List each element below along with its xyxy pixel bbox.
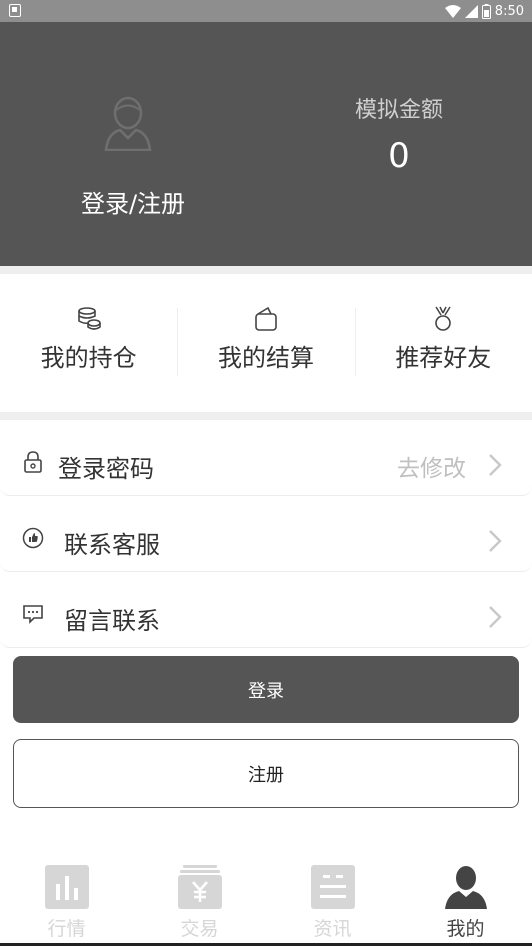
quick-item-positions[interactable]: 我的持仓 xyxy=(0,274,177,412)
menu-row-leave-message[interactable]: 留言联系 xyxy=(0,572,532,648)
status-time: 8:50 xyxy=(494,3,524,19)
quick-item-refer[interactable]: 推荐好友 xyxy=(354,274,532,412)
tab-mine[interactable]: 我的 xyxy=(399,856,532,946)
quick-item-settlement[interactable]: 我的结算 xyxy=(177,274,354,412)
bottom-tab-bar: 行情 交易 资讯 我的 xyxy=(0,856,532,946)
chevron-right-icon xyxy=(489,606,502,628)
status-bar: 8:50 xyxy=(0,0,532,22)
chevron-right-icon xyxy=(489,530,502,552)
menu-row-label: 登录密码 xyxy=(58,455,154,483)
tab-label: 交易 xyxy=(180,918,219,940)
tab-trade[interactable]: 交易 xyxy=(133,856,266,946)
tab-market[interactable]: 行情 xyxy=(0,856,133,946)
wifi-icon xyxy=(444,4,461,18)
login-button[interactable]: 登录 xyxy=(13,656,519,723)
notification-icon xyxy=(9,4,21,17)
chart-icon xyxy=(44,865,89,909)
section-divider xyxy=(0,412,532,420)
quick-item-label: 推荐好友 xyxy=(395,344,492,372)
sim-amount-label: 模拟金额 xyxy=(354,98,443,123)
settings-menu: 登录密码 去修改 联系客服 留言联系 xyxy=(0,420,532,648)
section-divider xyxy=(0,266,532,274)
wallet-icon xyxy=(255,306,277,331)
sim-amount-value: 0 xyxy=(388,136,410,176)
message-icon xyxy=(23,605,43,624)
signal-icon xyxy=(464,4,478,18)
menu-row-label: 留言联系 xyxy=(64,607,160,635)
battery-icon xyxy=(481,3,491,19)
news-icon xyxy=(310,865,355,909)
status-right: 8:50 xyxy=(444,2,524,20)
tab-news[interactable]: 资讯 xyxy=(266,856,399,946)
register-button[interactable]: 注册 xyxy=(13,739,519,808)
change-password-link[interactable]: 去修改 xyxy=(397,449,466,483)
tab-label: 我的 xyxy=(446,918,485,940)
medal-icon xyxy=(435,306,452,331)
user-icon xyxy=(444,866,487,909)
quick-item-label: 我的结算 xyxy=(217,344,314,372)
quick-item-label: 我的持仓 xyxy=(40,344,137,372)
menu-row-login-password[interactable]: 登录密码 去修改 xyxy=(0,420,532,496)
menu-row-customer-service[interactable]: 联系客服 xyxy=(0,496,532,572)
lock-icon xyxy=(24,451,42,473)
quick-actions: 我的持仓 我的结算 推荐好友 xyxy=(0,274,532,412)
menu-row-label: 联系客服 xyxy=(64,531,160,559)
tab-label: 资讯 xyxy=(313,918,352,940)
chevron-right-icon xyxy=(489,454,502,476)
tab-label: 行情 xyxy=(47,918,86,940)
login-register-link[interactable]: 登录/注册 xyxy=(60,184,206,219)
profile-header: 登录/注册 模拟金额 0 xyxy=(0,22,532,266)
avatar-placeholder-icon[interactable] xyxy=(103,95,153,151)
thumbs-up-icon xyxy=(22,527,44,549)
coins-stack-icon xyxy=(77,307,101,330)
yen-icon xyxy=(177,865,222,909)
